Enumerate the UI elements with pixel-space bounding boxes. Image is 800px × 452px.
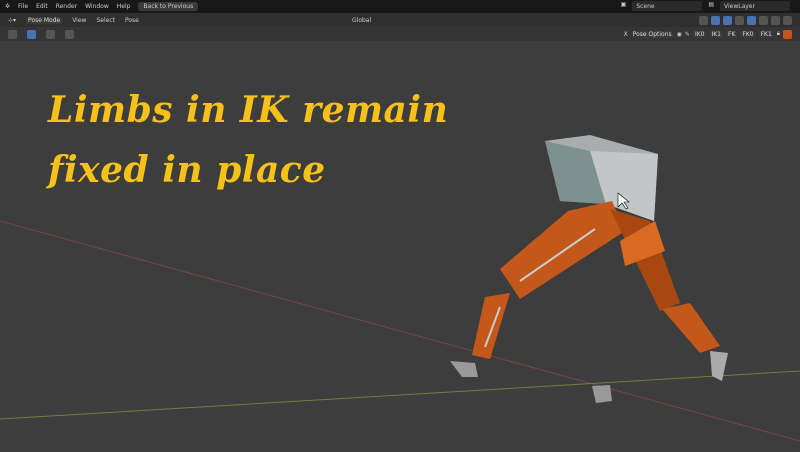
select-mode-new-icon[interactable] [27,29,36,39]
eye-icon[interactable]: ◉ [677,31,682,38]
scene-icon[interactable]: ▣ [621,1,627,11]
menu-window[interactable]: Window [85,3,109,10]
menu-help[interactable]: Help [117,3,131,10]
mode-select[interactable]: Pose Mode [26,16,63,24]
color-swatch[interactable] [783,29,792,39]
xray-icon[interactable] [735,15,744,25]
menu-view[interactable]: View [72,17,86,24]
tool-icon[interactable] [8,29,17,39]
visibility-icon[interactable] [699,15,708,25]
caption-line-2: fixed in place [48,149,326,191]
toggle-fk[interactable]: FK [726,30,738,38]
viewport-header: ⊹▾ Pose Mode View Select Pose Global [0,13,800,27]
gizmo-icon[interactable] [711,15,720,25]
menu-select[interactable]: Select [96,17,115,24]
toggle-fk1[interactable]: FK1 [758,30,774,38]
rig-limbs [450,201,728,403]
back-to-previous-button[interactable]: Back to Previous [138,2,199,11]
caption-line-1: Limbs in IK remain [48,89,449,131]
scene-field[interactable]: Scene [632,1,703,11]
3d-viewport[interactable]: Limbs in IK remain fixed in place [0,41,800,450]
x-axis-line [0,220,800,442]
editor-type-icon[interactable]: ⊹▾ [8,17,16,24]
toggle-ik0[interactable]: IK0 [692,30,707,38]
mirror-x-label[interactable]: X [624,31,628,38]
transform-orientation-select[interactable]: Global [352,17,371,24]
blender-logo-icon[interactable]: ✲ [5,3,10,10]
y-axis-line [0,370,800,420]
shading-rendered-icon[interactable] [783,15,792,25]
shading-wire-icon[interactable] [747,15,756,25]
top-menu-bar: ✲ File Edit Render Window Help Back to P… [0,0,800,13]
shading-material-icon[interactable] [771,15,780,25]
pose-options-select[interactable]: Pose Options [630,30,674,38]
select-mode-subtract-icon[interactable] [65,29,74,39]
toggle-fk0[interactable]: FK0 [740,30,756,38]
view-layer-icon[interactable]: ▤ [708,1,714,11]
shading-solid-icon[interactable] [759,15,768,25]
toggle-ik1[interactable]: IK1 [709,30,723,38]
menu-pose[interactable]: Pose [125,17,139,24]
tool-header: X Pose Options ◉ ✎ IK0 IK1 FK FK0 FK1 🔒︎ [0,27,800,41]
select-mode-extend-icon[interactable] [46,29,55,39]
overlay-icon[interactable] [723,15,732,25]
menu-render[interactable]: Render [56,3,77,10]
pencil-icon[interactable]: ✎ [685,31,690,38]
view-layer-field[interactable]: ViewLayer [720,1,790,11]
menu-file[interactable]: File [18,3,28,10]
lock-icon[interactable]: 🔒︎ [777,30,780,38]
menu-edit[interactable]: Edit [36,3,48,10]
